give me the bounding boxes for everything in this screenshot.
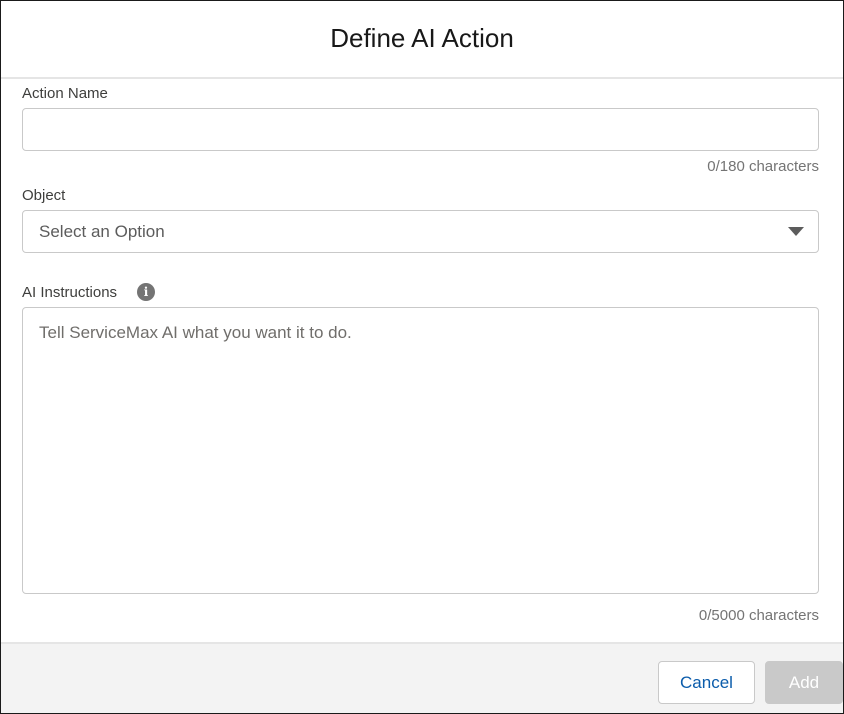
ai-instructions-label: AI Instructions: [22, 284, 118, 301]
chevron-down-icon: [788, 227, 804, 236]
object-select-value: Select an Option: [39, 221, 165, 241]
object-label: Object: [22, 187, 66, 204]
object-select[interactable]: Select an Option: [22, 210, 819, 253]
cancel-button[interactable]: Cancel: [658, 661, 755, 704]
action-name-label: Action Name: [22, 85, 108, 102]
define-ai-action-modal: Define AI Action Action Name 0/180 chara…: [0, 0, 844, 714]
ai-instructions-textarea[interactable]: [22, 307, 819, 594]
modal-footer: Cancel Add: [1, 642, 843, 713]
action-name-counter: 0/180 characters: [707, 158, 819, 175]
ai-instructions-counter: 0/5000 characters: [698, 607, 819, 624]
action-name-input[interactable]: [22, 108, 819, 151]
info-icon[interactable]: i: [137, 283, 155, 301]
add-button[interactable]: Add: [765, 661, 843, 704]
modal-header: Define AI Action: [1, 1, 843, 79]
modal-title: Define AI Action: [330, 22, 514, 53]
